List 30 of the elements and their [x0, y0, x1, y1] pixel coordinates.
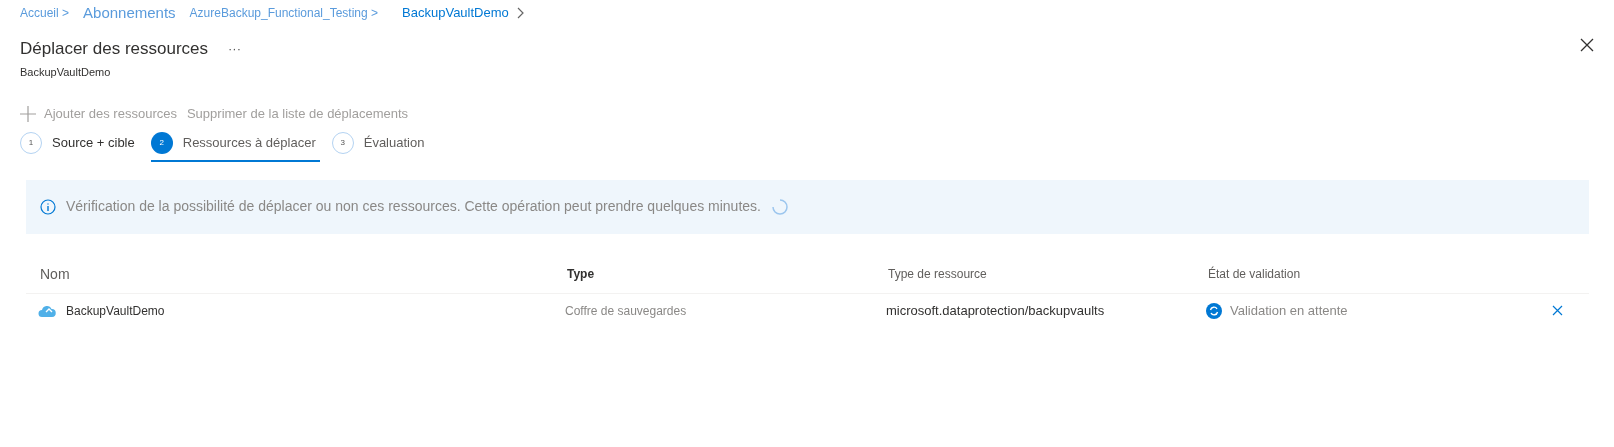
- page-subtitle: BackupVaultDemo: [20, 64, 112, 80]
- close-icon: [1580, 38, 1594, 52]
- info-icon: [40, 198, 56, 215]
- breadcrumb-link[interactable]: Abonnements: [83, 1, 176, 25]
- column-header: Type: [567, 266, 596, 283]
- breadcrumb-link[interactable]: Accueil >: [20, 4, 70, 22]
- sync-icon: [1206, 302, 1222, 319]
- close-button[interactable]: [1578, 36, 1596, 54]
- breadcrumb-link[interactable]: AzureBackup_Functional_Testing >: [189, 4, 379, 22]
- banner-message: Vérification de la possibilité de déplacer ou non ces ressources. Cette opération peut prendre quelques minutes.: [66, 197, 761, 216]
- step-number: 2: [150, 131, 173, 154]
- breadcrumb-link[interactable]: BackupVaultDemo: [402, 3, 509, 23]
- remove-row-button[interactable]: [1550, 303, 1565, 318]
- more-button[interactable]: ···: [228, 39, 242, 59]
- page-title: Déplacer des ressources: [20, 38, 209, 60]
- cloud-icon: [38, 303, 56, 318]
- table-cell-text: microsoft.dataprotection/backupvaults: [886, 301, 1106, 320]
- wizard-step-tab[interactable]: 1 Source + cible: [20, 131, 139, 162]
- column-header: Type de ressource: [888, 266, 988, 283]
- wizard-step-tab[interactable]: 2 Ressources à déplacer: [150, 131, 320, 162]
- plus-icon: [20, 105, 36, 122]
- table-cell-text: Coffre de sauvegardes: [565, 302, 688, 320]
- column-header: État de validation: [1208, 265, 1302, 283]
- table-cell-text: Validation en attente: [1230, 301, 1348, 320]
- chevron-right-icon: [516, 7, 525, 19]
- column-header: Nom: [40, 264, 71, 284]
- close-icon: [1552, 305, 1563, 316]
- spinner-icon: [771, 197, 789, 216]
- table-cell-text: BackupVaultDemo: [66, 302, 165, 320]
- wizard-step-tab[interactable]: 3 Évaluation: [331, 131, 429, 162]
